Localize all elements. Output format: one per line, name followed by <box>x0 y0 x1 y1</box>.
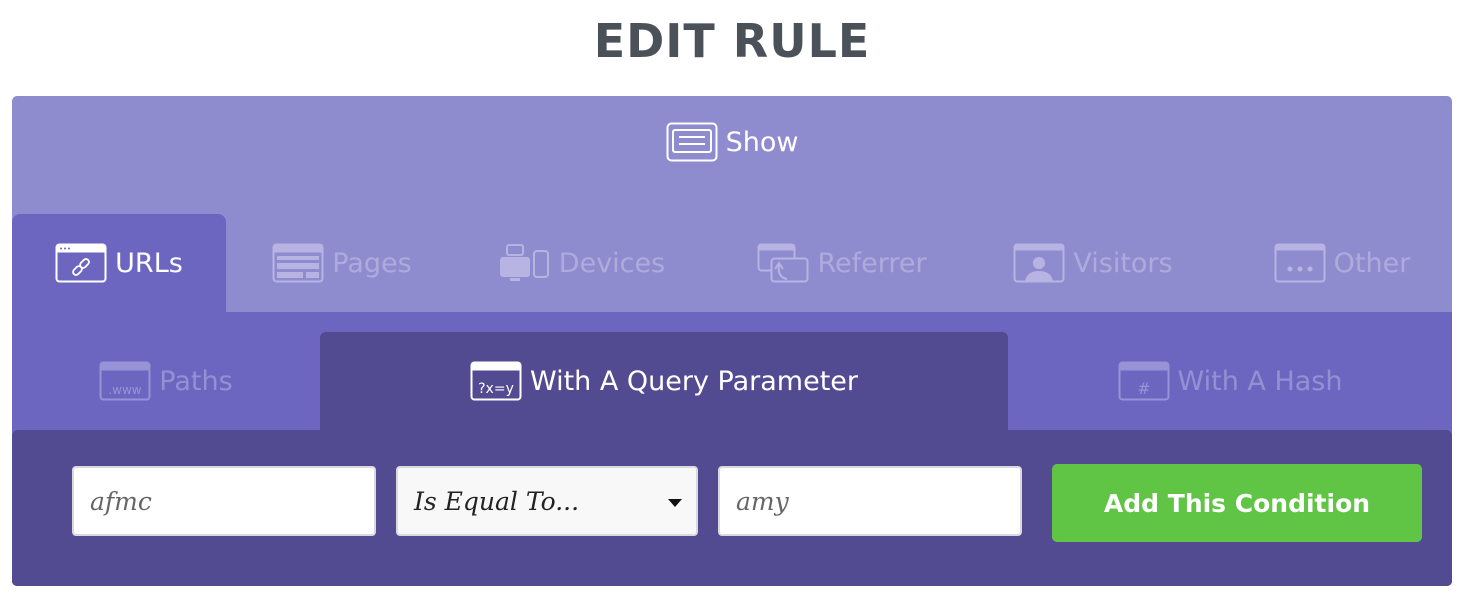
ellipsis-window-icon <box>1274 243 1326 283</box>
page-layout-icon <box>272 243 324 283</box>
tab-referrer[interactable]: Referrer <box>742 214 942 312</box>
rule-editor-panel: Show URLs Pages Devices Referrer Visitor… <box>12 96 1452 586</box>
operator-selected-value: Is Equal To... <box>414 486 580 516</box>
tab-query-parameter[interactable]: ?x=y With A Query Parameter <box>320 332 1008 430</box>
tab-urls[interactable]: URLs <box>12 214 226 312</box>
tab-devices-label: Devices <box>558 247 666 279</box>
page-title: EDIT RULE <box>593 14 871 68</box>
tab-pages-label: Pages <box>332 247 412 279</box>
query-window-icon: ?x=y <box>470 361 522 401</box>
monitor-text-icon <box>666 122 718 162</box>
parameter-name-value: afmc <box>90 486 152 516</box>
tab-visitors[interactable]: Visitors <box>1008 214 1178 312</box>
parameter-value-text: amy <box>736 486 789 516</box>
www-window-icon: .www <box>99 361 151 401</box>
condition-form: afmc Is Equal To... amy Add This Conditi… <box>12 430 1452 586</box>
tab-pages[interactable]: Pages <box>252 214 432 312</box>
tab-devices[interactable]: Devices <box>482 214 682 312</box>
parameter-value-input[interactable]: amy <box>718 466 1022 536</box>
primary-tabs: URLs Pages Devices Referrer Visitors Oth… <box>12 214 1452 312</box>
add-condition-button[interactable]: Add This Condition <box>1052 464 1422 542</box>
url-options-panel: .www Paths ?x=y With A Query Parameter # <box>12 312 1452 586</box>
parameter-name-input[interactable]: afmc <box>72 466 376 536</box>
svg-text:?x=y: ?x=y <box>478 381 514 397</box>
tab-hash[interactable]: # With A Hash <box>1008 332 1452 430</box>
svg-text:#: # <box>1137 379 1150 398</box>
tab-hash-label: With A Hash <box>1177 365 1343 397</box>
chevron-down-icon <box>668 499 682 507</box>
tab-paths-label: Paths <box>159 365 233 397</box>
tab-visitors-label: Visitors <box>1073 247 1173 279</box>
tab-query-parameter-label: With A Query Parameter <box>529 365 859 397</box>
tab-other[interactable]: Other <box>1262 214 1422 312</box>
operator-select[interactable]: Is Equal To... <box>396 466 698 536</box>
devices-icon <box>499 243 551 283</box>
tab-paths[interactable]: .www Paths <box>12 332 320 430</box>
link-window-icon <box>55 243 107 283</box>
hash-window-icon: # <box>1118 361 1170 401</box>
tab-other-label: Other <box>1333 247 1411 279</box>
tab-referrer-label: Referrer <box>817 247 927 279</box>
show-label: Show <box>725 126 799 158</box>
tab-urls-label: URLs <box>115 247 183 279</box>
svg-text:.www: .www <box>109 383 142 397</box>
referrer-icon <box>757 243 809 283</box>
show-selector[interactable]: Show <box>12 120 1452 164</box>
visitor-icon <box>1013 243 1065 283</box>
